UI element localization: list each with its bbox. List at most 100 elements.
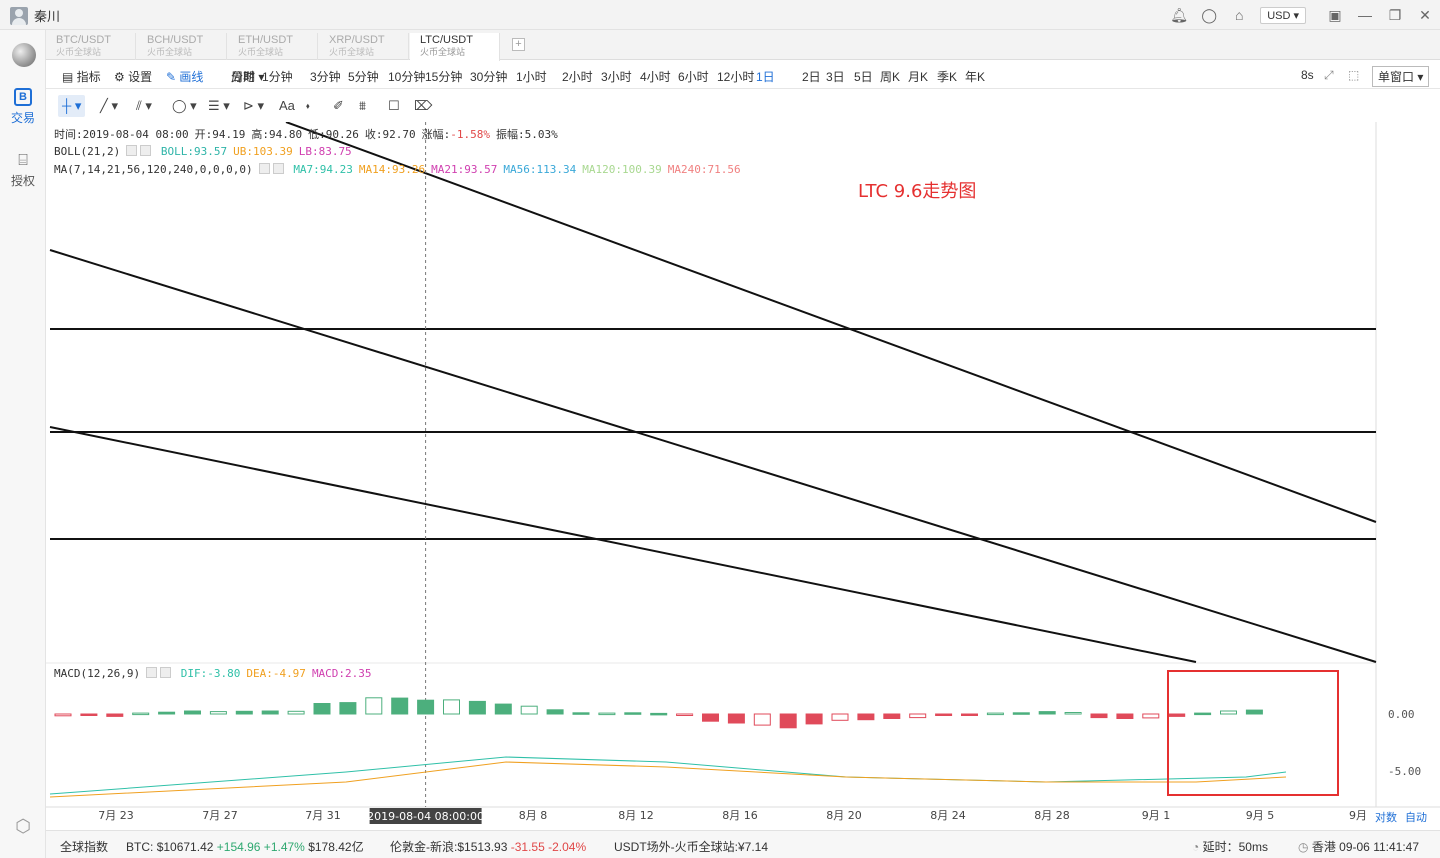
- macd-bar: [391, 697, 409, 715]
- gold-ticker[interactable]: 伦敦金-新浪:$1513.93 -31.55 -2.04%: [390, 838, 586, 855]
- settings-icon[interactable]: [146, 667, 158, 678]
- period-20[interactable]: 年K: [965, 68, 985, 85]
- macd-bar: [676, 713, 694, 716]
- chart-annotation: LTC 9.6走势图: [858, 181, 977, 202]
- period-13[interactable]: 1日: [756, 68, 775, 85]
- restore-icon[interactable]: ❐: [1380, 0, 1410, 30]
- draw-button[interactable]: ✎ 画线: [166, 68, 203, 85]
- date-tick-label: 8月 8: [519, 809, 548, 822]
- tab-bch[interactable]: BCH/USDT 火币全球站: [137, 33, 227, 60]
- period-2[interactable]: 3分钟: [310, 68, 341, 85]
- trendline: [49, 249, 1377, 663]
- macd-tick-label: 0.00: [1388, 708, 1415, 721]
- period-6[interactable]: 30分钟: [470, 68, 507, 85]
- add-tab-button[interactable]: +: [512, 38, 525, 51]
- close-icon[interactable]: [272, 163, 284, 174]
- macd-bar: [468, 700, 486, 715]
- pattern-tool-icon[interactable]: ⊳ ▾: [243, 98, 264, 114]
- date-tick-label: 8月 28: [1034, 809, 1070, 822]
- chat-icon[interactable]: ◯: [1194, 0, 1224, 30]
- minimize-icon[interactable]: —: [1350, 0, 1380, 30]
- close-icon[interactable]: ✕: [1410, 0, 1440, 30]
- parallel-tool-icon[interactable]: ⫽ ▾: [136, 98, 152, 114]
- lock-tool-icon[interactable]: ☐: [388, 98, 400, 114]
- settings-icon[interactable]: [126, 145, 138, 156]
- period-5[interactable]: 15分钟: [425, 68, 462, 85]
- popout-icon[interactable]: ▣: [1320, 0, 1350, 30]
- period-3[interactable]: 5分钟: [348, 68, 379, 85]
- period-17[interactable]: 周K: [880, 68, 900, 85]
- trash-tool-icon[interactable]: ⌦: [414, 98, 432, 114]
- crosshair-tool-icon[interactable]: ┼ ▾: [58, 95, 86, 117]
- period-14[interactable]: 2日: [802, 68, 821, 85]
- fullscreen-icon[interactable]: ⤢: [1324, 68, 1334, 83]
- macd-bar: [54, 713, 72, 717]
- date-tick-label: 9月: [1349, 809, 1367, 822]
- sidebar-item-auth[interactable]: ⌸ 授权: [0, 152, 46, 189]
- period-10[interactable]: 4小时: [640, 68, 671, 85]
- period-12[interactable]: 12小时: [717, 68, 754, 85]
- text-tool[interactable]: Aa: [279, 98, 295, 113]
- tab-btc[interactable]: BTC/USDT 火币全球站: [46, 33, 136, 60]
- tab-ltc[interactable]: LTC/USDT 火币全球站: [410, 33, 500, 61]
- magnet-tool-icon[interactable]: ⩩: [359, 98, 366, 114]
- refresh-interval[interactable]: 8s: [1301, 68, 1314, 82]
- usdt-ticker[interactable]: USDT场外-火币全球站:¥7.14: [614, 838, 768, 855]
- brush-tool-icon[interactable]: ✐: [333, 98, 344, 114]
- period-7[interactable]: 1小时: [516, 68, 547, 85]
- user-info[interactable]: 秦川: [10, 6, 60, 25]
- settings-icon[interactable]: [258, 163, 270, 174]
- period-11[interactable]: 6小时: [678, 68, 709, 85]
- axis-control[interactable]: 自动: [1405, 811, 1427, 824]
- pair-tabs: BTC/USDT 火币全球站 BCH/USDT 火币全球站 ETH/USDT 火币全球…: [46, 30, 1440, 61]
- date-tick-label: 7月 23: [98, 809, 134, 822]
- period-1[interactable]: 1分钟: [262, 68, 293, 85]
- settings-button[interactable]: ⚙ 设置: [114, 68, 152, 85]
- sidebar-item-trade[interactable]: B 交易: [0, 88, 46, 126]
- date-tick-label: 9月 1: [1142, 809, 1171, 822]
- bell-icon[interactable]: 🔔︎: [1164, 0, 1194, 30]
- line-tool-icon[interactable]: ╱ ▾: [100, 98, 118, 114]
- period-15[interactable]: 3日: [826, 68, 845, 85]
- macd-bar: [831, 713, 849, 721]
- period-4[interactable]: 10分钟: [388, 68, 425, 85]
- boll-info: BOLL(21,2) BOLL:93.57 UB:103.39 LB:83.75: [54, 145, 352, 158]
- tab-eth[interactable]: ETH/USDT 火币全球站: [228, 33, 318, 60]
- key-icon: ⌸: [18, 152, 28, 169]
- period-8[interactable]: 2小时: [562, 68, 593, 85]
- date-tick-label: 7月 31: [305, 809, 341, 822]
- screenshot-icon[interactable]: ⬚: [1348, 68, 1359, 82]
- macd-bar: [520, 705, 538, 715]
- macd-bar: [1168, 713, 1186, 717]
- close-icon[interactable]: [160, 667, 172, 678]
- macd-bar: [1194, 712, 1212, 716]
- period-19[interactable]: 季K: [937, 68, 957, 85]
- tab-xrp[interactable]: XRP/USDT 火币全球站: [319, 33, 409, 60]
- macd-bar: [753, 713, 771, 726]
- period-0[interactable]: 分时: [231, 68, 255, 85]
- date-tick-label: 8月 24: [930, 809, 966, 822]
- left-sidebar: B 交易 ⌸ 授权 ⬡: [0, 30, 46, 858]
- macd-bar: [1064, 712, 1082, 715]
- macd-bar: [443, 699, 460, 715]
- period-9[interactable]: 3小时: [601, 68, 632, 85]
- currency-select[interactable]: USD ▾: [1260, 6, 1306, 24]
- global-index[interactable]: 全球指数: [60, 838, 108, 855]
- chart-area[interactable]: 129.78119.65110.32101.7193.7786.4679.717…: [45, 5, 1440, 827]
- macd-bar: [727, 713, 745, 724]
- indicator-button[interactable]: ▤ 指标: [62, 68, 101, 85]
- shape-tool-icon[interactable]: ◯ ▾: [172, 98, 197, 114]
- settings-gear-icon[interactable]: ⬡: [0, 816, 46, 837]
- fib-tool-icon[interactable]: ☰ ▾: [208, 98, 230, 114]
- window-mode-select[interactable]: 单窗口 ▾: [1372, 66, 1430, 87]
- period-16[interactable]: 5日: [854, 68, 873, 85]
- macd-bar: [702, 713, 719, 722]
- btc-ticker[interactable]: BTC: $10671.42 +154.96 +1.47% $178.42亿: [126, 838, 364, 855]
- macd-bar: [961, 713, 978, 716]
- candlestick-chart[interactable]: 129.78119.65110.32101.7193.7786.4679.717…: [45, 5, 1440, 827]
- close-icon[interactable]: [140, 145, 152, 156]
- period-18[interactable]: 月K: [908, 68, 928, 85]
- axis-control[interactable]: 对数: [1375, 810, 1397, 824]
- shirt-icon[interactable]: ⌂: [1224, 0, 1254, 30]
- ruler-tool-icon[interactable]: ⬪: [306, 98, 310, 114]
